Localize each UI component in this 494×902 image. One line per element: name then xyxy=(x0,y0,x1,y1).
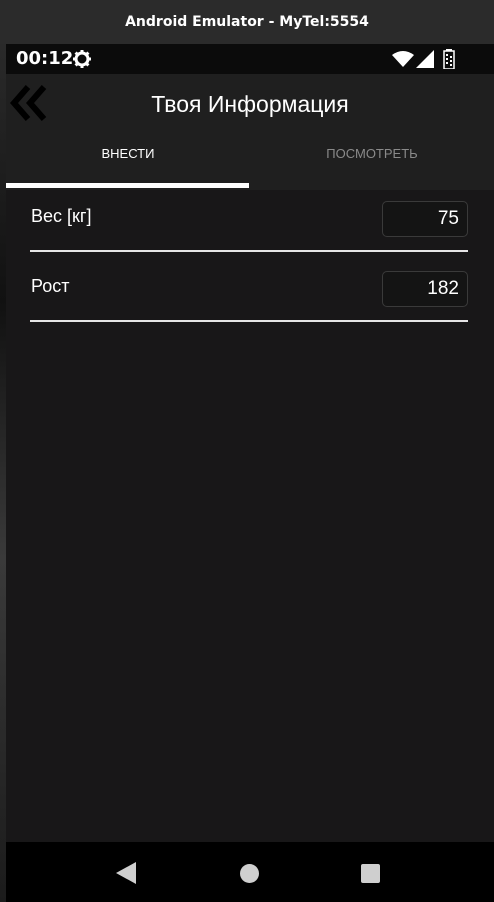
tab-view[interactable]: ПОСМОТРЕТЬ xyxy=(250,132,494,190)
app-bar: Твоя Информация xyxy=(6,74,494,132)
tab-enter[interactable]: ВНЕСТИ xyxy=(6,132,250,190)
system-nav-bar xyxy=(6,842,494,902)
height-label: Рост xyxy=(31,276,70,296)
phone-screen: 00:12 Твоя Информация ВНЕСТИ ПОСМОТРЕТЬ … xyxy=(6,44,494,842)
gear-icon xyxy=(73,50,91,68)
wifi-icon xyxy=(392,51,414,67)
height-input[interactable] xyxy=(382,271,468,307)
emulator-title: Android Emulator - MyTel:5554 xyxy=(125,14,369,30)
weight-input[interactable] xyxy=(382,201,468,237)
weight-row: Вес [кг] xyxy=(30,192,468,252)
signal-icon xyxy=(416,50,434,68)
tab-indicator xyxy=(6,183,249,188)
page-title: Твоя Информация xyxy=(151,91,349,117)
tab-bar: ВНЕСТИ ПОСМОТРЕТЬ xyxy=(6,132,494,190)
recents-square-icon[interactable] xyxy=(361,864,380,883)
back-triangle-icon[interactable] xyxy=(116,862,136,884)
battery-icon xyxy=(443,49,455,69)
status-time: 00:12 xyxy=(16,48,74,69)
height-row: Рост xyxy=(30,262,468,322)
status-bar: 00:12 xyxy=(6,44,494,74)
emulator-title-bar: Android Emulator - MyTel:5554 xyxy=(0,0,494,44)
weight-label: Вес [кг] xyxy=(31,206,92,226)
home-circle-icon[interactable] xyxy=(240,864,259,883)
